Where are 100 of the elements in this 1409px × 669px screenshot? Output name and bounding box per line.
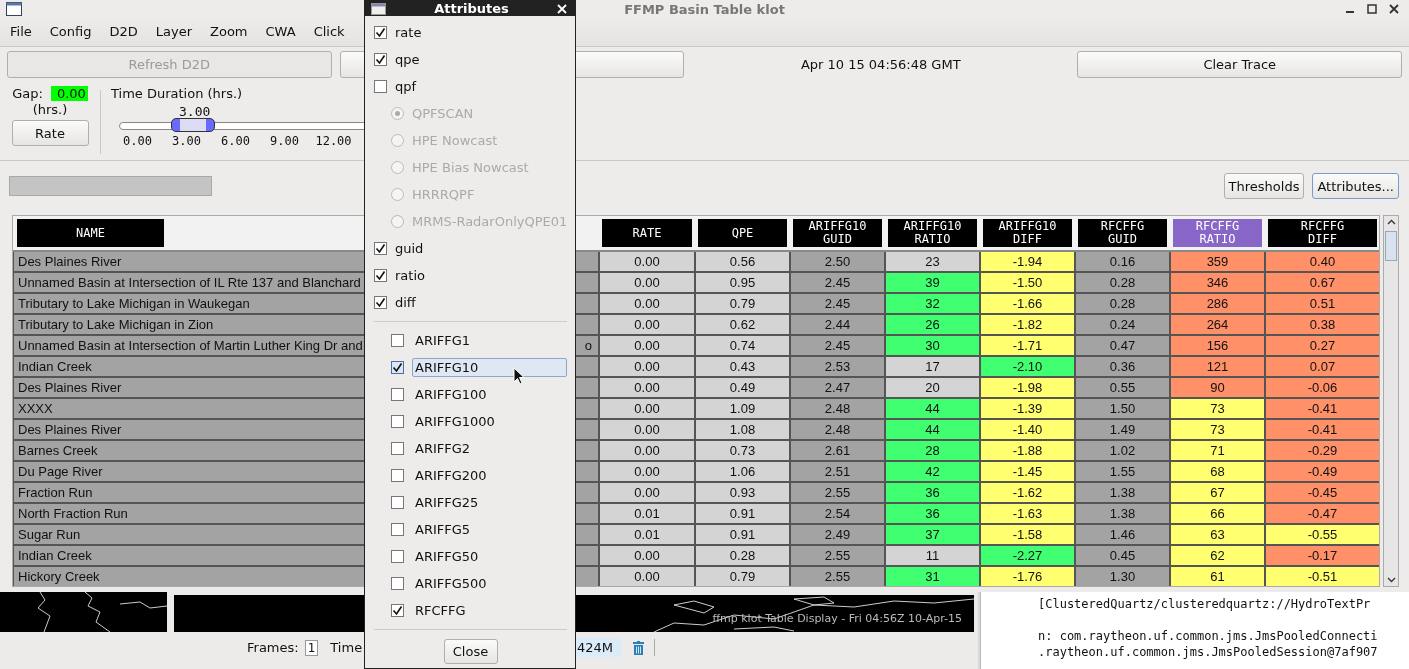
checkbox[interactable] <box>391 523 404 536</box>
table-cell: 0.38 <box>1266 315 1379 334</box>
table-cell: -0.17 <box>1266 546 1379 565</box>
column-header[interactable]: RFCFFG DIFF <box>1268 219 1377 247</box>
checkbox[interactable] <box>391 388 404 401</box>
column-header[interactable]: RFCFFG RATIO <box>1173 219 1262 247</box>
checkbox[interactable] <box>391 442 404 455</box>
option-label[interactable]: ARIFFG2 <box>412 439 474 458</box>
checkbox[interactable] <box>391 334 404 347</box>
scroll-thumb[interactable] <box>1385 231 1397 261</box>
unit-label: (hrs.) <box>32 102 68 117</box>
menu-item[interactable]: D2D <box>99 24 146 46</box>
menu-item[interactable]: File <box>0 24 40 46</box>
table-cell: -1.94 <box>981 252 1074 271</box>
table-cell: 0.16 <box>1076 252 1169 271</box>
table-cell: 0.79 <box>696 567 789 586</box>
checkbox[interactable] <box>391 469 404 482</box>
tick-label: 6.00 <box>220 134 251 148</box>
close-icon[interactable] <box>1389 4 1399 14</box>
column-header[interactable]: ARIFFG10 GUID <box>793 219 882 247</box>
column-header[interactable]: RFCFFG GUID <box>1078 219 1167 247</box>
table-cell: 68 <box>1171 462 1264 481</box>
table-cell: -1.98 <box>981 378 1074 397</box>
attributes-button[interactable]: Attributes... <box>1312 173 1399 199</box>
rate-button[interactable]: Rate <box>11 120 89 146</box>
checkbox[interactable] <box>374 26 387 39</box>
menu-item[interactable]: Zoom <box>200 24 256 46</box>
table-cell: -1.82 <box>981 315 1074 334</box>
table-cell: -0.41 <box>1266 420 1379 439</box>
column-header[interactable]: QPE <box>698 219 787 247</box>
table-cell: 286 <box>1171 294 1264 313</box>
checkbox[interactable] <box>391 415 404 428</box>
table-cell: -0.41 <box>1266 399 1379 418</box>
table-cell: 0.47 <box>1076 336 1169 355</box>
option-label[interactable]: qpf <box>395 79 417 94</box>
menu-item[interactable]: Layer <box>145 24 201 46</box>
table-cell: 39 <box>886 273 979 292</box>
table-cell: 61 <box>1171 567 1264 586</box>
close-button[interactable]: Close <box>443 639 498 664</box>
table-cell: 66 <box>1171 504 1264 523</box>
checkbox[interactable] <box>391 496 404 509</box>
menu-item[interactable]: Config <box>39 24 100 46</box>
tick-label: 12.00 <box>314 134 353 148</box>
option-label[interactable]: diff <box>395 295 416 310</box>
table-cell: 0.00 <box>600 546 694 565</box>
table-cell: 28 <box>886 441 979 460</box>
menu-item[interactable]: Click <box>303 24 353 46</box>
table-cell: 2.48 <box>791 399 884 418</box>
console-line: n: com.raytheon.uf.common.jms.JmsPooledConnecti <box>1037 628 1379 644</box>
option-label[interactable]: ARIFFG10 <box>412 358 567 377</box>
table-cell: 0.00 <box>600 462 694 481</box>
table-cell: 0.00 <box>600 483 694 502</box>
scrollbar[interactable] <box>1383 215 1399 587</box>
table-cell: 0.00 <box>600 273 694 292</box>
checkbox[interactable] <box>374 80 387 93</box>
table-cell: 2.55 <box>791 546 884 565</box>
maximize-icon[interactable] <box>1367 4 1377 14</box>
checkbox[interactable] <box>391 361 404 374</box>
table-cell: 0.28 <box>1076 294 1169 313</box>
table-cell: -1.63 <box>981 504 1074 523</box>
checkbox[interactable] <box>374 296 387 309</box>
checkbox[interactable] <box>374 242 387 255</box>
menu-item[interactable]: CWA <box>255 24 304 46</box>
column-header[interactable]: ARIFFG10 RATIO <box>888 219 977 247</box>
table-cell: 71 <box>1171 441 1264 460</box>
slider-thumb[interactable] <box>171 118 216 132</box>
option-label[interactable]: qpe <box>395 52 420 67</box>
checkbox[interactable] <box>391 604 404 617</box>
table-cell: -1.50 <box>981 273 1074 292</box>
thresholds-button[interactable]: Thresholds <box>1223 173 1305 199</box>
clear-trace-button[interactable]: Clear Trace <box>1077 50 1402 78</box>
table-cell: 0.91 <box>696 504 789 523</box>
table-cell: 0.28 <box>696 546 789 565</box>
column-header[interactable]: ARIFFG10 DIFF <box>983 219 1072 247</box>
checkbox[interactable] <box>391 577 404 590</box>
checkbox[interactable] <box>374 269 387 282</box>
table-cell: 17 <box>886 357 979 376</box>
option-label[interactable]: ARIFFG50 <box>412 547 482 566</box>
table-cell: -2.27 <box>981 546 1074 565</box>
table-cell: 1.30 <box>1076 567 1169 586</box>
checkbox[interactable] <box>374 53 387 66</box>
column-header[interactable]: NAME <box>17 219 164 247</box>
table-cell: 2.45 <box>791 294 884 313</box>
frames-count: 1 <box>304 639 319 656</box>
option-label[interactable]: RFCFFG <box>412 601 469 620</box>
table-cell: 67 <box>1171 483 1264 502</box>
window-icon <box>6 2 22 16</box>
frames-label: Frames: <box>247 640 299 655</box>
table-cell: 30 <box>886 336 979 355</box>
table-cell: 0.00 <box>600 378 694 397</box>
column-header[interactable]: RATE <box>602 219 692 247</box>
option-label[interactable]: rate <box>395 25 422 40</box>
table-cell: 0.95 <box>696 273 789 292</box>
table-cell: 36 <box>886 483 979 502</box>
table-cell: 346 <box>1171 273 1264 292</box>
table-cell: 2.47 <box>791 378 884 397</box>
table-cell: 0.00 <box>600 567 694 586</box>
checkbox[interactable] <box>391 550 404 563</box>
table-cell: 2.45 <box>791 273 884 292</box>
trash-icon[interactable] <box>633 641 644 655</box>
